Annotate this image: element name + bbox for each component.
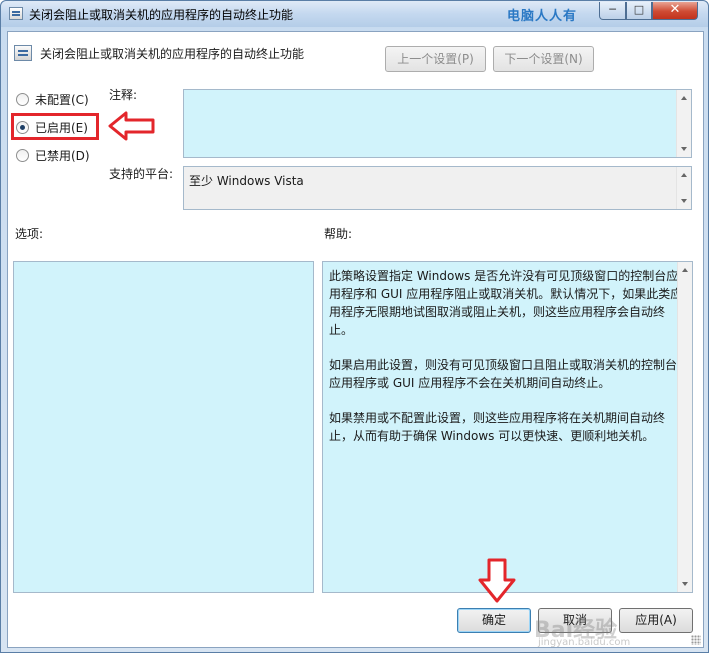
maximize-button[interactable]: □ [626, 2, 652, 20]
options-label: 选项: [15, 227, 44, 241]
help-scrollbar[interactable] [677, 262, 692, 592]
previous-setting-button[interactable]: 上一个设置(P) [385, 46, 486, 72]
radio-circle[interactable] [16, 148, 29, 162]
close-button[interactable]: ✕ [652, 2, 698, 20]
apply-button[interactable]: 应用(A) [619, 608, 693, 633]
radio-label: 未配置(C) [35, 92, 89, 107]
red-arrow-left-icon [108, 111, 155, 141]
radio-disabled[interactable]: 已禁用(D) [16, 145, 90, 165]
scroll-up-icon[interactable] [681, 173, 687, 177]
help-paragraph: 此策略设置指定 Windows 是否允许没有可见顶级窗口的控制台应用程序和 GU… [329, 269, 683, 337]
help-panel: 此策略设置指定 Windows 是否允许没有可见顶级窗口的控制台应用程序和 GU… [322, 261, 693, 593]
options-panel [13, 261, 314, 593]
radio-not-configured[interactable]: 未配置(C) [16, 89, 89, 109]
scroll-up-icon[interactable] [682, 268, 688, 272]
watermark-top: 电脑人人有 [507, 9, 578, 24]
title-bar[interactable]: 关闭会阻止或取消关机的应用程序的自动终止功能 电脑人人有 ─ □ ✕ [1, 1, 708, 27]
window-title: 关闭会阻止或取消关机的应用程序的自动终止功能 [29, 8, 294, 22]
radio-circle[interactable] [16, 92, 29, 106]
scroll-up-icon[interactable] [681, 96, 687, 100]
resize-grip[interactable] [691, 635, 701, 645]
platform-field: 至少 Windows Vista [183, 166, 692, 210]
scroll-down-icon[interactable] [682, 582, 688, 586]
help-label: 帮助: [324, 227, 353, 241]
policy-icon [9, 7, 23, 20]
scroll-down-icon[interactable] [681, 147, 687, 151]
radio-label: 已禁用(D) [35, 148, 90, 163]
next-setting-button[interactable]: 下一个设置(N) [493, 46, 594, 72]
platform-label: 支持的平台: [109, 167, 174, 181]
minimize-button[interactable]: ─ [599, 2, 626, 20]
policy-setting-icon [14, 45, 32, 61]
ok-button[interactable]: 确定 [457, 608, 531, 633]
platform-value: 至少 Windows Vista [189, 174, 304, 188]
comment-label: 注释: [109, 88, 138, 102]
comment-scrollbar[interactable] [676, 90, 691, 157]
highlight-box [11, 113, 99, 140]
comment-textarea[interactable] [183, 89, 692, 158]
setting-title: 关闭会阻止或取消关机的应用程序的自动终止功能 [40, 47, 305, 61]
platform-scrollbar[interactable] [676, 167, 691, 209]
group-policy-dialog: 关闭会阻止或取消关机的应用程序的自动终止功能 电脑人人有 ─ □ ✕ 关闭会阻止… [0, 0, 709, 653]
scroll-down-icon[interactable] [681, 199, 687, 203]
help-paragraph: 如果禁用或不配置此设置，则这些应用程序将在关机期间自动终止，从而有助于确保 Wi… [329, 411, 666, 443]
help-text: 此策略设置指定 Windows 是否允许没有可见顶级窗口的控制台应用程序和 GU… [329, 267, 683, 462]
help-paragraph: 如果启用此设置，则没有可见顶级窗口且阻止或取消关机的控制台应用程序或 GUI 应… [329, 358, 678, 390]
watermark-url: jingyan.baidu.com [538, 637, 631, 648]
red-arrow-down-icon [478, 558, 516, 603]
dialog-body: 关闭会阻止或取消关机的应用程序的自动终止功能 上一个设置(P) 下一个设置(N)… [7, 31, 704, 648]
